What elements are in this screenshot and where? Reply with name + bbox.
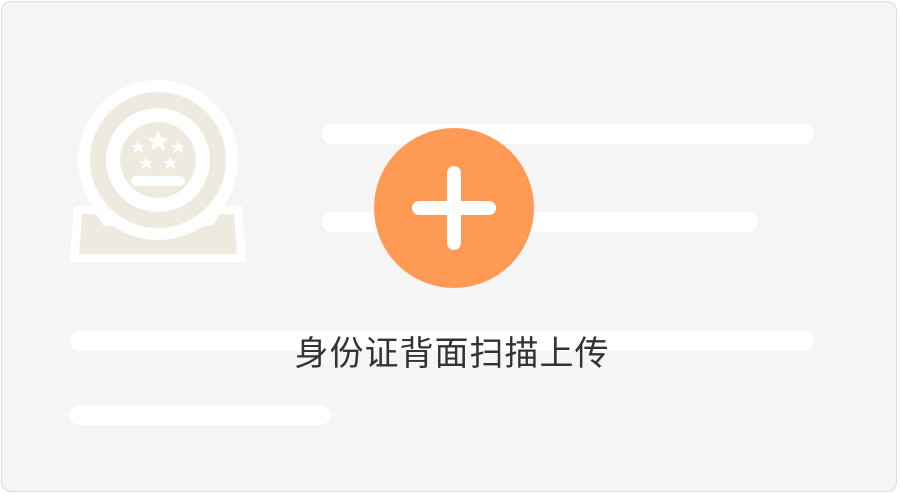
upload-button[interactable]: [374, 128, 534, 288]
upload-label: 身份证背面扫描上传: [294, 334, 610, 374]
placeholder-line: [70, 405, 330, 425]
national-emblem-icon: [70, 80, 246, 262]
plus-icon: [374, 128, 534, 288]
id-card-back-placeholder[interactable]: 身份证背面扫描上传: [1, 1, 897, 492]
